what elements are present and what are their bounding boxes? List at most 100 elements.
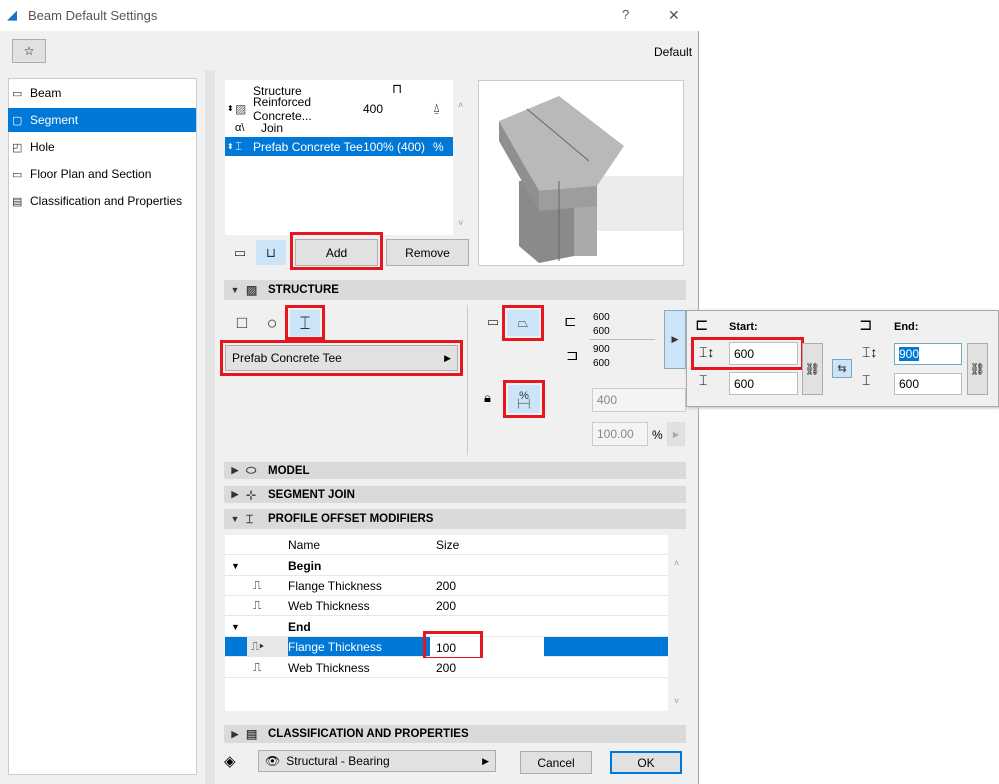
start-width-input[interactable]: 600 — [729, 372, 798, 395]
chevron-right-icon: ▶ — [671, 334, 679, 344]
add-button[interactable]: Add — [295, 239, 378, 266]
end-link-button[interactable]: ⛓︎ — [967, 343, 988, 395]
chevron-right-icon: ▶ — [444, 352, 451, 363]
width-icon: ⌶ — [862, 372, 871, 388]
percent-options-button[interactable]: ▶ — [667, 422, 685, 446]
expand-down-icon[interactable]: ▼ — [225, 561, 288, 571]
expand-down-icon: ▼ — [230, 514, 240, 524]
width-input[interactable]: 400 — [592, 388, 686, 412]
percent-width-icon: % — [433, 139, 444, 154]
segment-join-row[interactable]: α\ Join — [225, 118, 453, 137]
sidebar-item-classification[interactable]: ▤ Classification and Properties — [8, 189, 196, 213]
percent-input[interactable]: 100.00 — [592, 422, 648, 446]
hole-icon: ◰ — [12, 141, 23, 154]
table-row[interactable]: ⎍ Web Thickness 200 — [225, 596, 668, 616]
sidebar-item-floor-plan[interactable]: ▭ Floor Plan and Section — [8, 162, 196, 186]
start-link-button[interactable]: ⛓︎ — [802, 343, 823, 395]
start-face-icon: ⊏ — [695, 317, 709, 334]
group-row-begin[interactable]: ▼ Begin — [225, 556, 668, 576]
beam-preview[interactable] — [478, 80, 684, 266]
uniform-beam-button[interactable]: ▭ — [482, 311, 504, 333]
end-height-input[interactable]: 900 — [894, 343, 962, 365]
title-bar: ◢ Beam Default Settings ? ✕ — [0, 0, 699, 31]
chevron-right-icon: ▶ — [482, 755, 489, 766]
table-row[interactable]: ⎍ Flange Thickness 200 — [225, 576, 668, 596]
cancel-button[interactable]: Cancel — [520, 751, 592, 774]
profile-offset-section-header[interactable]: ▼ ⌶ PROFILE OFFSET MODIFIERS — [224, 509, 686, 529]
segmented-button[interactable]: ⊔ — [256, 240, 286, 265]
expand-right-icon: ▶ — [231, 728, 239, 739]
percent-width-button[interactable]: % ├┄┤ — [508, 385, 540, 413]
i-profile-icon: ⌶ — [299, 312, 311, 333]
profile-icon: ⌶ — [235, 139, 243, 153]
rectangle-icon: ▭ — [486, 314, 500, 329]
profile-shape-button[interactable]: ⌶ — [290, 310, 320, 336]
lock-width-icon[interactable]: 🔒︎ — [484, 390, 491, 406]
segment-row[interactable]: ⬍ ▨ Reinforced Concrete... 400 ⍙ — [225, 95, 453, 123]
tapered-icon: ⏢ — [517, 315, 529, 330]
panel-divider[interactable] — [205, 70, 215, 784]
dialog: ◢ Beam Default Settings ? ✕ ☆ Default ▭ B… — [0, 0, 699, 784]
chain-link-icon: ⛓︎ — [804, 362, 821, 376]
segment-icon: ▢ — [12, 114, 23, 127]
scroll-up-icon[interactable]: ˄ — [674, 558, 679, 568]
window-title: Beam Default Settings — [28, 8, 158, 23]
table-header: Name Size — [225, 535, 668, 555]
width-icon: ⌶ — [699, 372, 708, 388]
swap-values-button[interactable]: ⇆ — [832, 359, 852, 378]
default-label: Default — [654, 45, 693, 59]
tapered-beam-button[interactable]: ⏢ — [507, 310, 539, 336]
segment-row-selected[interactable]: ⬍ ⌶ Prefab Concrete Tee 100% (400) % — [225, 137, 453, 156]
expand-down-icon[interactable]: ▼ — [225, 622, 288, 632]
hatch-icon: ▨ — [246, 283, 258, 297]
segment-join-section-header[interactable]: ▶ ⊹ SEGMENT JOIN — [224, 486, 686, 503]
scroll-up-icon[interactable]: ˄ — [458, 100, 463, 110]
expand-down-icon: ▼ — [230, 285, 240, 295]
size-popup: ⊏ Start: ⌶↕ 600 ⌶ 600 ⛓︎ ⇆ ⊐ End: ⌶↕ 900… — [686, 310, 999, 407]
drag-handle-icon[interactable]: ⬍ — [225, 142, 235, 151]
model-icon: ⬭ — [246, 463, 257, 477]
app-logo-icon: ◢ — [7, 7, 17, 22]
classification-icon: ▤ — [12, 195, 23, 208]
classification-section-header[interactable]: ▶ ▤ CLASSIFICATION AND PROPERTIES — [224, 725, 686, 743]
model-section-header[interactable]: ▶ ⬭ MODEL — [224, 462, 686, 479]
single-segment-button[interactable]: ▭ — [226, 240, 254, 265]
join-angle-icon: α\ — [235, 121, 245, 134]
rectangle-icon: ▭ — [233, 244, 247, 260]
segmented-beam-icon: ⊔ — [265, 244, 277, 260]
help-button[interactable]: ? — [622, 7, 629, 22]
sidebar-item-hole[interactable]: ◰ Hole — [8, 135, 196, 159]
swap-arrows-icon: ⇆ — [837, 363, 847, 375]
circular-shape-button[interactable]: ○ — [260, 311, 284, 335]
sidebar-item-beam[interactable]: ▭ Beam — [8, 81, 196, 105]
end-width-input[interactable]: 600 — [894, 373, 962, 395]
divider — [467, 305, 468, 455]
layer-dropdown[interactable]: 👁︎ Structural - Bearing ▶ — [258, 750, 496, 772]
chain-link-icon: ⛓︎ — [969, 362, 986, 376]
profile-dropdown[interactable]: Prefab Concrete Tee ▶ — [225, 345, 458, 371]
highlight-box — [691, 337, 804, 370]
rectangular-shape-button[interactable]: □ — [230, 311, 254, 335]
classification-icon: ▤ — [246, 727, 258, 741]
segment-list-scrollbar[interactable]: ˄ ˅ — [454, 80, 469, 235]
percent-unit: % — [652, 428, 663, 442]
sidebar-item-segment[interactable]: ▢ Segment — [8, 108, 196, 132]
remove-button[interactable]: Remove — [386, 239, 469, 266]
layers-icon: ◈ — [224, 753, 236, 770]
drag-handle-icon[interactable]: ⬍ — [225, 104, 235, 113]
size-edit-value[interactable]: 100 — [436, 641, 456, 655]
favorites-button[interactable]: ☆ — [12, 39, 46, 63]
close-button[interactable]: ✕ — [668, 7, 680, 24]
end-face-icon: ⊐ — [859, 317, 873, 334]
divider — [590, 339, 655, 340]
scroll-down-icon[interactable]: ˅ — [674, 696, 679, 706]
beam-icon: ▭ — [12, 87, 23, 100]
modifier-icon: ⎍▸ — [247, 637, 288, 656]
height-icon: ⌶↕ — [862, 344, 878, 360]
favorites-star-icon: ☆ — [23, 44, 35, 58]
structure-section-header[interactable]: ▼ ▨ STRUCTURE — [224, 280, 686, 300]
table-row[interactable]: ⎍ Web Thickness 200 — [225, 658, 668, 678]
open-size-popup-button[interactable]: ▶ — [664, 310, 686, 369]
scroll-down-icon[interactable]: ˅ — [458, 218, 463, 228]
ok-button[interactable]: OK — [610, 751, 682, 774]
